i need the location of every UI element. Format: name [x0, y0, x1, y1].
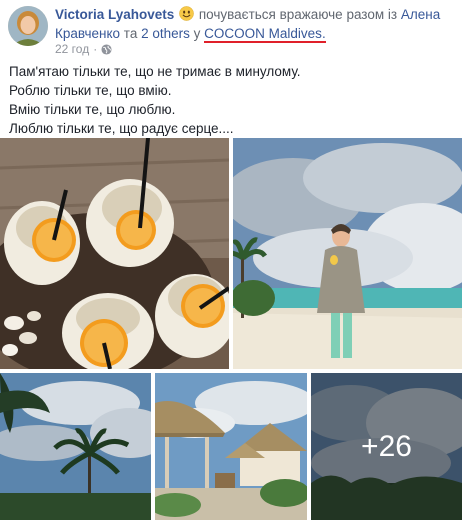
post-line-1: Пам'ятаю тільки те, що не тримає в минул… — [9, 64, 301, 79]
location-prefix: у — [193, 26, 201, 41]
others-link[interactable]: 2 others — [141, 26, 190, 41]
thatched-huts-image — [155, 373, 307, 520]
photo-thatched-huts[interactable] — [155, 373, 307, 520]
and-text: та — [123, 26, 138, 41]
smiling-face-icon — [179, 6, 194, 21]
post-header: Victoria Lyahovets почувається вражаюче … — [8, 4, 458, 56]
post-body-text: Пам'ятаю тільки те, що не тримає в минул… — [9, 62, 449, 138]
location-suffix: . — [321, 26, 326, 41]
avatar[interactable] — [8, 6, 48, 46]
coconut-drinks-image — [0, 138, 229, 369]
post-meta: 22 год · — [55, 42, 112, 56]
post-line-4: Люблю тільки те, що радує серце.... — [9, 121, 234, 136]
location-link[interactable]: COCOON Maldives. — [204, 26, 326, 43]
post-line-3: Вмію тільки те, що люблю. — [9, 102, 176, 117]
post-time[interactable]: 22 год — [55, 42, 89, 56]
location-label: COCOON Maldives — [204, 26, 322, 41]
meta-separator: · — [93, 42, 98, 56]
author-name[interactable]: Victoria Lyahovets — [55, 7, 174, 22]
globe-icon[interactable] — [101, 43, 112, 55]
more-photos-overlay[interactable]: +26 — [311, 373, 462, 520]
more-photos-count: +26 — [361, 429, 412, 463]
facebook-post: Victoria Lyahovets почувається вражаюче … — [0, 0, 462, 520]
photo-more[interactable]: +26 — [311, 373, 462, 520]
photo-coconut-drinks[interactable] — [0, 138, 229, 369]
photo-beach-woman[interactable] — [233, 138, 462, 369]
post-line-2: Роблю тільки те, що вмію. — [9, 83, 172, 98]
photo-palm-sky[interactable] — [0, 373, 151, 520]
palm-sky-image — [0, 373, 151, 520]
photo-grid: +26 — [0, 138, 462, 520]
beach-woman-image — [233, 138, 462, 369]
feeling-text: почувається вражаюче разом із — [198, 7, 398, 22]
post-header-text: Victoria Lyahovets почувається вражаюче … — [55, 5, 458, 43]
avatar-image — [8, 6, 48, 46]
